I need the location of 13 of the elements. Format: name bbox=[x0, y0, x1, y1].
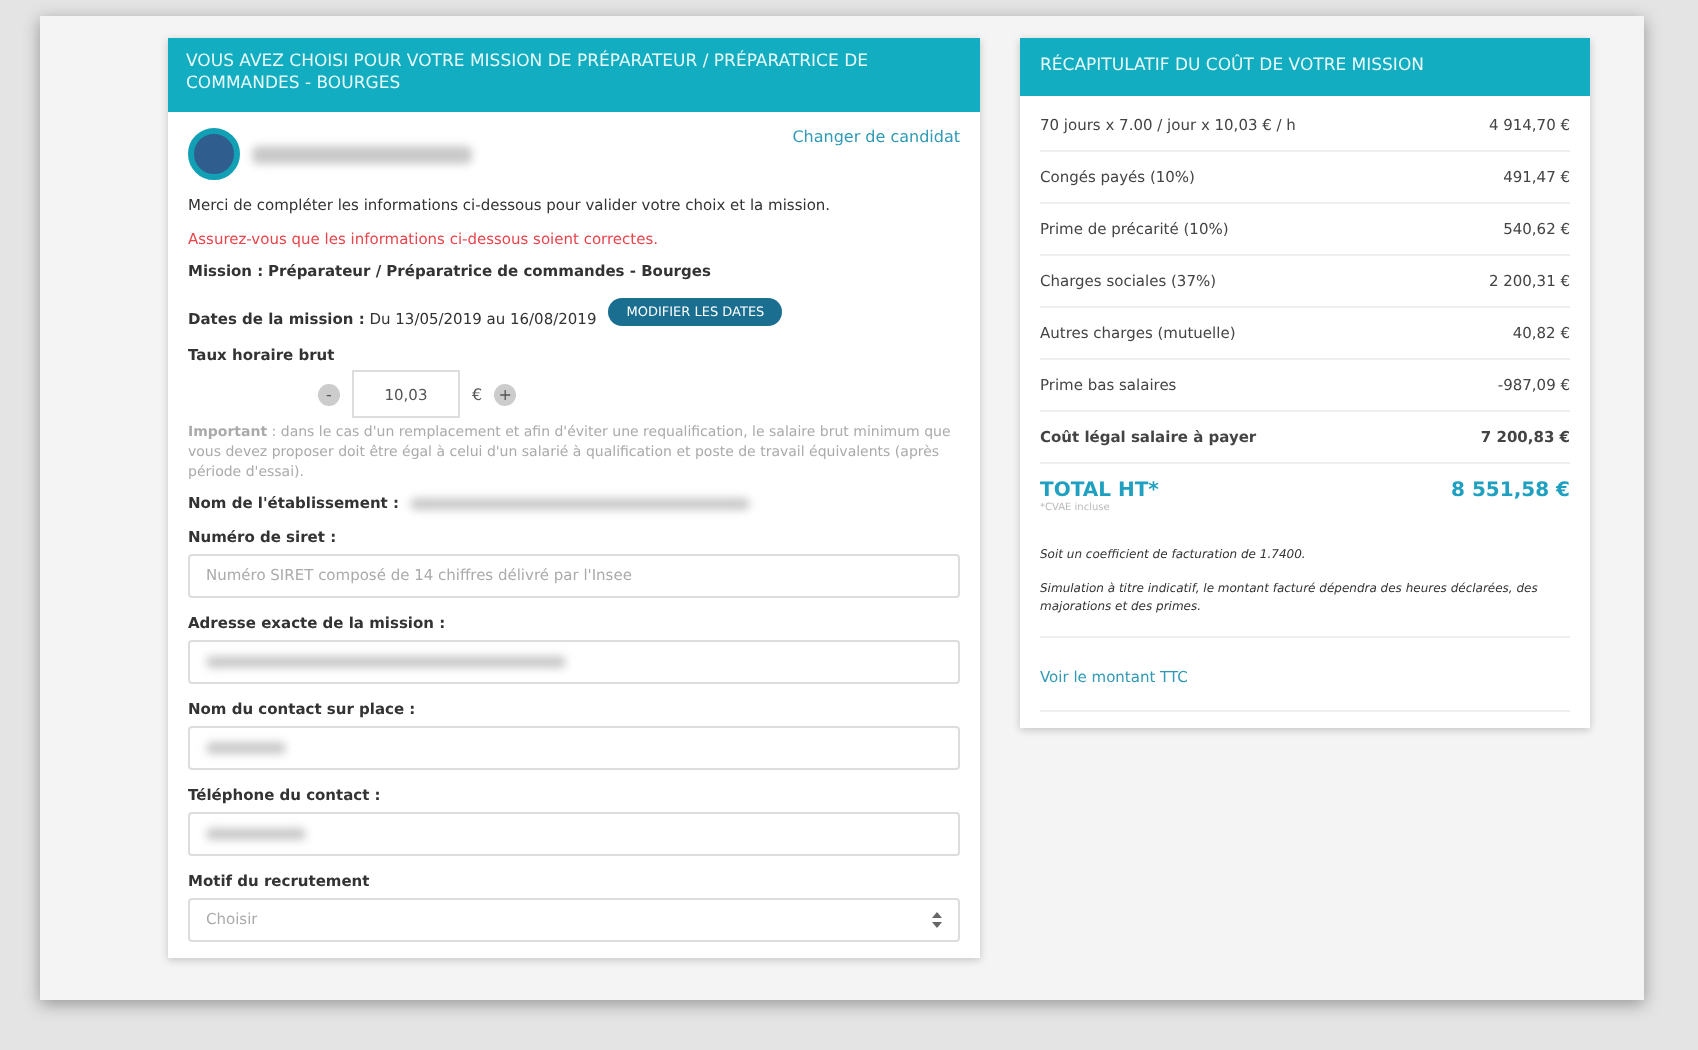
input-field[interactable] bbox=[188, 812, 960, 856]
form-header: VOUS AVEZ CHOISI POUR VOTRE MISSION DE PRÉPARATEUR / PRÉPARATRICE DE COMMANDES - BOURGES bbox=[168, 38, 980, 112]
total-label: TOTAL HT* bbox=[1040, 480, 1159, 502]
minus-button[interactable]: - bbox=[318, 383, 340, 405]
summary-header: RÉCAPITULATIF DU COÛT DE VOTRE MISSION bbox=[1020, 38, 1590, 96]
input-field[interactable] bbox=[188, 640, 960, 684]
avatar-icon bbox=[188, 128, 240, 180]
input-field[interactable] bbox=[188, 726, 960, 770]
sort-arrows-icon bbox=[932, 912, 942, 928]
total-amount: 8 551,58 € bbox=[1451, 480, 1570, 502]
currency-label: € bbox=[472, 385, 483, 403]
plus-button[interactable]: + bbox=[494, 383, 517, 405]
change-candidate-link[interactable]: Changer de candidat bbox=[792, 128, 960, 146]
